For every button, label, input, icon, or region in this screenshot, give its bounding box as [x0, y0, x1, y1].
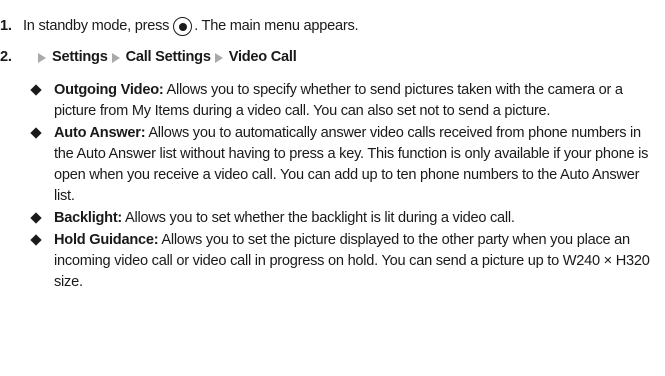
menu-path-settings: Settings [52, 49, 108, 65]
option-term: Auto Answer: [54, 125, 146, 141]
step-text-after-key: . The main menu appears. [194, 18, 359, 34]
option-text: Hold Guidance: Allows you to set the pic… [54, 230, 660, 293]
option-description: Allows you to set whether the backlight … [125, 210, 515, 226]
list-item: Auto Answer: Allows you to automatically… [30, 123, 660, 207]
option-list: Outgoing Video: Allows you to specify wh… [30, 80, 660, 294]
menu-path-video-call: Video Call [228, 49, 297, 65]
step-text-before-key: In standby mode, press [23, 18, 170, 34]
diamond-bullet-icon [30, 230, 54, 251]
step-1: 1. In standby mode, press . The main men… [0, 16, 359, 37]
list-item: Backlight: Allows you to set whether the… [30, 208, 660, 229]
menu-arrow-icon [111, 52, 120, 63]
list-item: Outgoing Video: Allows you to specify wh… [30, 80, 660, 122]
center-select-key-icon [173, 17, 193, 36]
menu-path-call-settings: Call Settings [125, 49, 211, 65]
option-term: Outgoing Video: [54, 82, 164, 98]
manual-page: 1. In standby mode, press . The main men… [0, 0, 665, 376]
menu-arrow-icon [214, 52, 223, 63]
step-number: 1. [0, 18, 12, 34]
list-item: Hold Guidance: Allows you to set the pic… [30, 230, 660, 293]
step-2: 2. Settings Call Settings Video Call [0, 47, 297, 68]
diamond-bullet-icon [30, 123, 54, 144]
option-text: Backlight: Allows you to set whether the… [54, 208, 660, 229]
diamond-bullet-icon [30, 208, 54, 229]
step-number: 2. [0, 49, 12, 65]
option-term: Hold Guidance: [54, 232, 159, 248]
option-text: Auto Answer: Allows you to automatically… [54, 123, 660, 207]
option-term: Backlight: [54, 210, 123, 226]
diamond-bullet-icon [30, 80, 54, 101]
option-text: Outgoing Video: Allows you to specify wh… [54, 80, 660, 122]
menu-arrow-icon [38, 52, 46, 63]
